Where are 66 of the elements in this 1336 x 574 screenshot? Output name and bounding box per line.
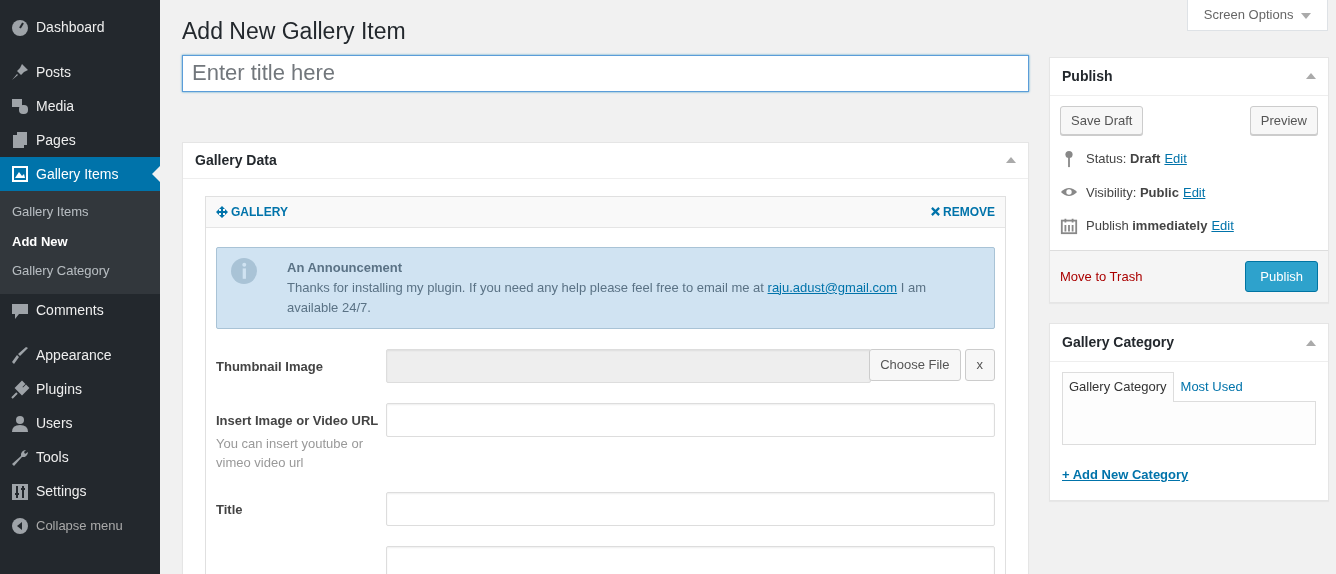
submenu-item[interactable]: Add New [0, 226, 160, 256]
collapse-toggle-icon[interactable] [1306, 73, 1316, 80]
media-icon [10, 96, 30, 116]
text-input[interactable] [386, 491, 995, 526]
panel-title: Publish [1062, 66, 1113, 86]
tab[interactable]: Most Used [1173, 372, 1250, 401]
text-input[interactable] [386, 402, 995, 437]
email-link[interactable]: raju.adust@gmail.com [767, 279, 898, 295]
panel-title: Gallery Category [1062, 333, 1175, 353]
sidebar-item[interactable]: Comments [0, 293, 160, 328]
edit-link[interactable]: Edit [1182, 182, 1206, 203]
sidebar-item[interactable]: Media [0, 89, 160, 123]
pushpin-icon [10, 62, 30, 82]
sliders-icon [10, 481, 30, 502]
move-to-trash-link[interactable]: Move to Trash [1060, 266, 1143, 287]
save-draft-button[interactable]: Save Draft [1060, 105, 1144, 136]
publish-setting-text: Visibility: Public [1086, 183, 1179, 202]
add-new-category-link[interactable]: + Add New Category [1062, 464, 1189, 485]
dropdown-caret-icon [1301, 12, 1311, 19]
edit-link[interactable]: Edit [1211, 216, 1234, 236]
publish-setting-text: Publish immediately [1086, 217, 1208, 236]
collapse-icon [10, 515, 30, 536]
collapse-menu-button[interactable]: Collapse menu [0, 508, 160, 543]
clear-button[interactable]: x [964, 348, 995, 381]
pages-icon [10, 130, 30, 150]
sidebar-item[interactable]: Gallery Items [0, 157, 160, 191]
field-label: Title [216, 500, 244, 519]
plug-icon [10, 379, 30, 400]
title-input[interactable]: Enter title here [182, 54, 1029, 92]
wrench-icon [10, 447, 30, 468]
announcement-title: An Announcement [287, 258, 404, 277]
sidebar-item[interactable]: Plugins [0, 372, 160, 407]
sidebar-item[interactable]: Dashboard [0, 10, 160, 44]
screen-options-button[interactable]: Screen Options [1186, 0, 1328, 31]
edit-link[interactable]: Edit [1164, 149, 1187, 169]
collapse-toggle-icon[interactable] [1306, 339, 1316, 346]
group-handle[interactable]: GALLERY [216, 202, 288, 221]
preview-button[interactable]: Preview [1249, 105, 1318, 136]
field-hint: You can insert youtube or vimeo video url [216, 434, 364, 472]
collapse-toggle-icon[interactable] [1006, 157, 1016, 164]
close-icon [931, 207, 940, 217]
sidebar-item[interactable]: Settings [0, 474, 160, 509]
publish-setting-text: Status: Draft [1086, 150, 1161, 169]
field-label: Insert Image or Video URL [216, 411, 380, 430]
brush-icon [10, 345, 30, 366]
sidebar-item[interactable]: Users [0, 406, 160, 441]
submenu-item[interactable]: Gallery Items [0, 197, 160, 227]
tab[interactable]: Gallery Category [1062, 372, 1174, 402]
move-icon [216, 205, 228, 218]
sidebar-item[interactable]: Posts [0, 55, 160, 89]
choose-file-button[interactable]: Choose File [869, 348, 961, 381]
field-label: Thumbnail Image [216, 357, 324, 376]
announcement-text: Thanks for installing my plugin. If you need any help please feel free to email me at raju.adust@gmail.com I am available 24/7. [287, 278, 927, 317]
submenu-item[interactable]: Gallery Category [0, 256, 160, 286]
sidebar-item[interactable]: Tools [0, 440, 160, 475]
info-icon [231, 257, 257, 284]
person-icon [10, 413, 30, 434]
sidebar-item[interactable]: Appearance [0, 338, 160, 373]
gauge-icon [10, 17, 30, 37]
calendar-icon [1060, 216, 1078, 235]
sidebar-item[interactable]: Pages [0, 123, 160, 157]
text-input[interactable] [386, 545, 995, 574]
remove-link[interactable]: REMOVE [931, 202, 995, 221]
panel-title: Gallery Data [195, 150, 277, 170]
page-title: Add New Gallery Item [182, 18, 407, 46]
picture-icon [10, 164, 30, 184]
